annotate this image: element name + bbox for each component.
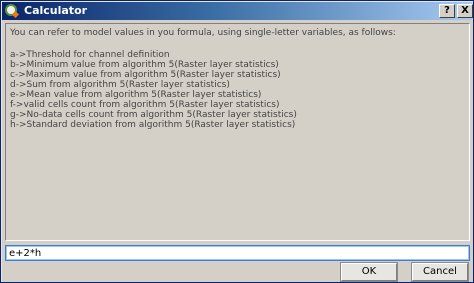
variable-e: e->Mean value from algorithm 5(Raster la… [10,90,262,100]
qgis-icon [5,4,19,18]
formula-input[interactable] [5,245,470,261]
variable-b: b->Minimum value from algorithm 5(Raster… [10,60,279,70]
window-title: Calculator [24,4,88,17]
variable-g: g->No-data cells count from algorithm 5(… [10,110,297,120]
help-text-panel: You can refer to model values in you for… [5,23,470,241]
calculator-dialog: Calculator ? X You can refer to model va… [0,0,474,283]
variable-a: a->Threshold for channel definition [10,50,170,60]
title-bar[interactable]: Calculator ? X [2,2,473,20]
variable-h: h->Standard deviation from algorithm 5(R… [10,120,296,130]
variable-list: a->Threshold for channel definition b->M… [10,50,465,130]
intro-text: You can refer to model values in you for… [10,28,396,38]
variable-d: d->Sum from algorithm 5(Raster layer sta… [10,80,230,90]
ok-button[interactable]: OK [341,263,397,281]
variable-c: c->Maximum value from algorithm 5(Raster… [10,70,281,80]
help-button[interactable]: ? [439,4,455,18]
variable-f: f->valid cells count from algorithm 5(Ra… [10,100,280,110]
close-button[interactable]: X [457,4,473,18]
cancel-button[interactable]: Cancel [412,263,468,281]
